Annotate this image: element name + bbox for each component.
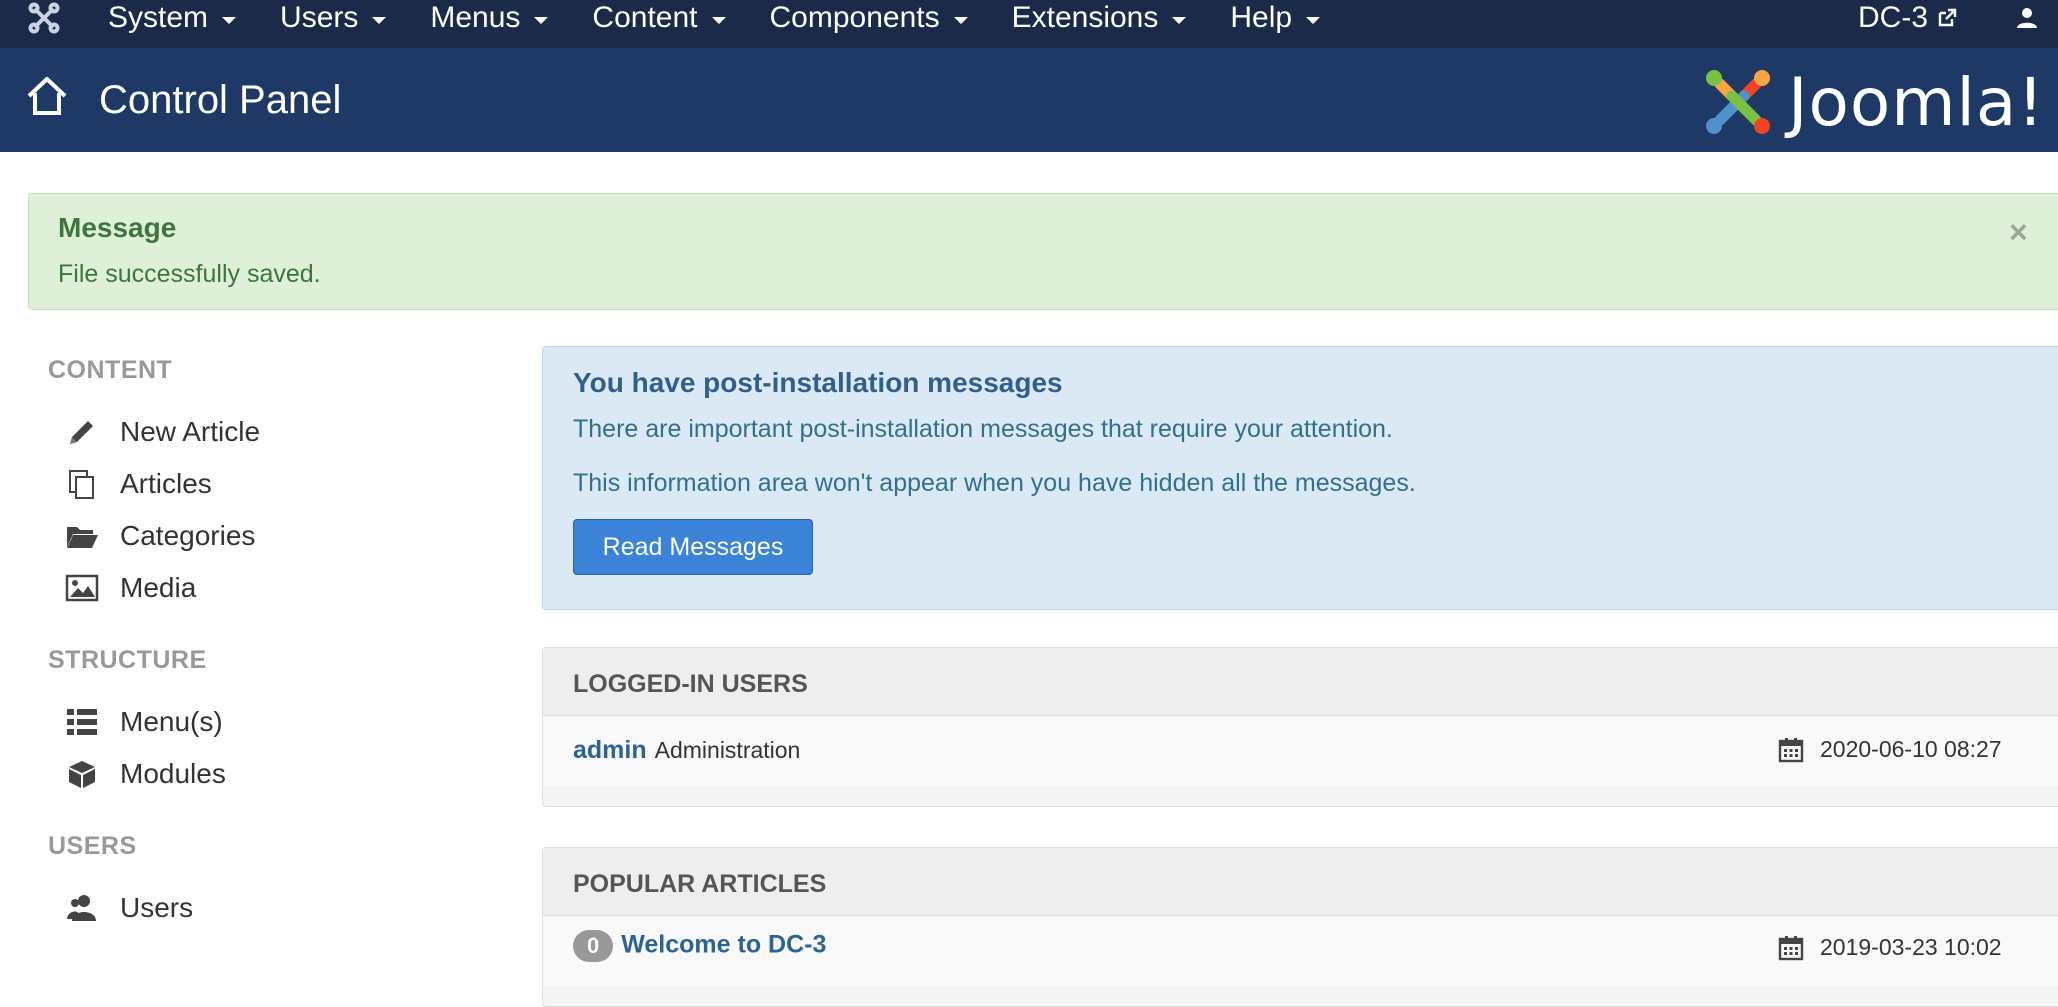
menu-extensions[interactable]: Extensions <box>1012 1 1187 35</box>
joomla-brand: Joomla! <box>1700 62 2045 142</box>
sidebar-item-label: Menu(s) <box>120 706 223 737</box>
joomla-logo-icon[interactable] <box>22 0 66 36</box>
menu-system-label: System <box>108 1 209 34</box>
post-install-note: This information area won't appear when … <box>573 469 1416 497</box>
close-icon[interactable]: × <box>2009 214 2028 251</box>
hits-badge: 0 <box>573 930 614 962</box>
table-row: admin Administration 2020-06-10 08:27 <box>543 716 2058 786</box>
menu-users[interactable]: Users <box>280 1 387 35</box>
menu-menus[interactable]: Menus <box>430 1 549 35</box>
menu-content-label: Content <box>592 1 698 34</box>
pencil-icon <box>64 414 100 450</box>
panel-title: POPULAR ARTICLES <box>573 870 827 898</box>
sidebar-item-label: Users <box>120 892 194 923</box>
chevron-down-icon <box>222 16 237 24</box>
joomla-logo-icon <box>1706 70 1770 134</box>
image-icon <box>64 570 100 606</box>
chevron-down-icon <box>711 16 726 24</box>
menu-extensions-label: Extensions <box>1011 1 1159 34</box>
users-icon <box>64 890 100 926</box>
brand-name: Joomla! <box>1788 63 2045 141</box>
user-menu[interactable] <box>2012 0 2042 36</box>
login-date-text: 2020-06-10 08:27 <box>1820 736 2002 762</box>
menu-content[interactable]: Content <box>592 1 726 35</box>
post-installation-messages: You have post-installation messages Ther… <box>542 346 2058 610</box>
sidebar-item-label: Categories <box>120 520 256 551</box>
menu-components-label: Components <box>769 1 940 34</box>
panel-header: LOGGED-IN USERS <box>543 648 2058 716</box>
page-header: Control Panel Joomla! <box>0 48 2058 152</box>
user-icon <box>2017 8 2037 28</box>
copy-icon <box>64 466 100 502</box>
sidebar-section-content: CONTENT <box>48 356 173 384</box>
table-row: 0 Welcome to DC-3 2019-03-23 10:02 <box>543 916 2058 986</box>
folder-open-icon <box>64 518 100 554</box>
sidebar-section-structure: STRUCTURE <box>48 646 207 674</box>
sidebar-item-categories[interactable]: Categories <box>64 516 255 556</box>
page-title: Control Panel <box>99 78 342 122</box>
calendar-icon <box>1778 737 1804 762</box>
login-date: 2020-06-10 08:27 <box>1778 736 2002 763</box>
home-icon <box>24 74 70 120</box>
logged-in-users-panel: LOGGED-IN USERS admin Administration 2020… <box>542 647 2058 807</box>
panel-title: LOGGED-IN USERS <box>573 670 808 698</box>
chevron-down-icon <box>534 16 549 24</box>
sidebar-item-label: Articles <box>120 468 212 499</box>
user-name-link[interactable]: admin <box>573 736 647 764</box>
sidebar-item-articles[interactable]: Articles <box>64 464 212 504</box>
calendar-icon <box>1778 935 1804 960</box>
panel-header: POPULAR ARTICLES <box>543 848 2058 916</box>
external-link-icon <box>1938 8 1957 27</box>
chevron-down-icon <box>1172 16 1187 24</box>
menu-help[interactable]: Help <box>1230 1 1321 35</box>
menu-components[interactable]: Components <box>770 1 968 35</box>
menu-menus-label: Menus <box>430 1 521 34</box>
success-message: Message File successfully saved. × <box>28 193 2058 310</box>
top-navbar: System Users Menus Content Components Ex… <box>0 0 2058 48</box>
list-icon <box>64 704 100 740</box>
sidebar-item-modules[interactable]: Modules <box>64 754 226 794</box>
sidebar-item-users[interactable]: Users <box>64 888 193 928</box>
message-heading: Message <box>58 212 177 243</box>
post-install-heading: You have post-installation messages <box>573 367 1063 398</box>
article-date: 2019-03-23 10:02 <box>1778 934 2002 961</box>
sidebar-section-users: USERS <box>48 832 137 860</box>
post-install-text: There are important post-installation me… <box>573 415 1393 443</box>
cube-icon <box>64 756 100 792</box>
user-client: Administration <box>654 737 801 763</box>
sidebar-item-label: New Article <box>120 416 261 447</box>
view-site-link[interactable]: DC-3 <box>1858 0 1958 36</box>
read-messages-button[interactable]: Read Messages <box>573 519 813 575</box>
article-date-text: 2019-03-23 10:02 <box>1820 934 2002 960</box>
sidebar-item-media[interactable]: Media <box>64 568 196 608</box>
chevron-down-icon <box>372 16 387 24</box>
sidebar-item-label: Media <box>120 572 197 603</box>
site-name: DC-3 <box>1858 1 1929 34</box>
main-menu: System Users Menus Content Components Ex… <box>108 0 1364 36</box>
popular-articles-panel: POPULAR ARTICLES 0 Welcome to DC-3 2019-0… <box>542 847 2058 1007</box>
chevron-down-icon <box>1306 16 1321 24</box>
sidebar-item-label: Modules <box>120 758 226 789</box>
sidebar-item-new-article[interactable]: New Article <box>64 412 260 452</box>
chevron-down-icon <box>953 16 968 24</box>
menu-help-label: Help <box>1230 1 1293 34</box>
menu-users-label: Users <box>280 1 359 34</box>
user-row: admin Administration <box>573 736 800 765</box>
sidebar-item-menus[interactable]: Menu(s) <box>64 702 223 742</box>
article-row: 0 Welcome to DC-3 <box>573 930 826 962</box>
article-title-link[interactable]: Welcome to DC-3 <box>621 931 826 959</box>
message-text: File successfully saved. <box>58 260 321 288</box>
menu-system[interactable]: System <box>108 1 237 35</box>
